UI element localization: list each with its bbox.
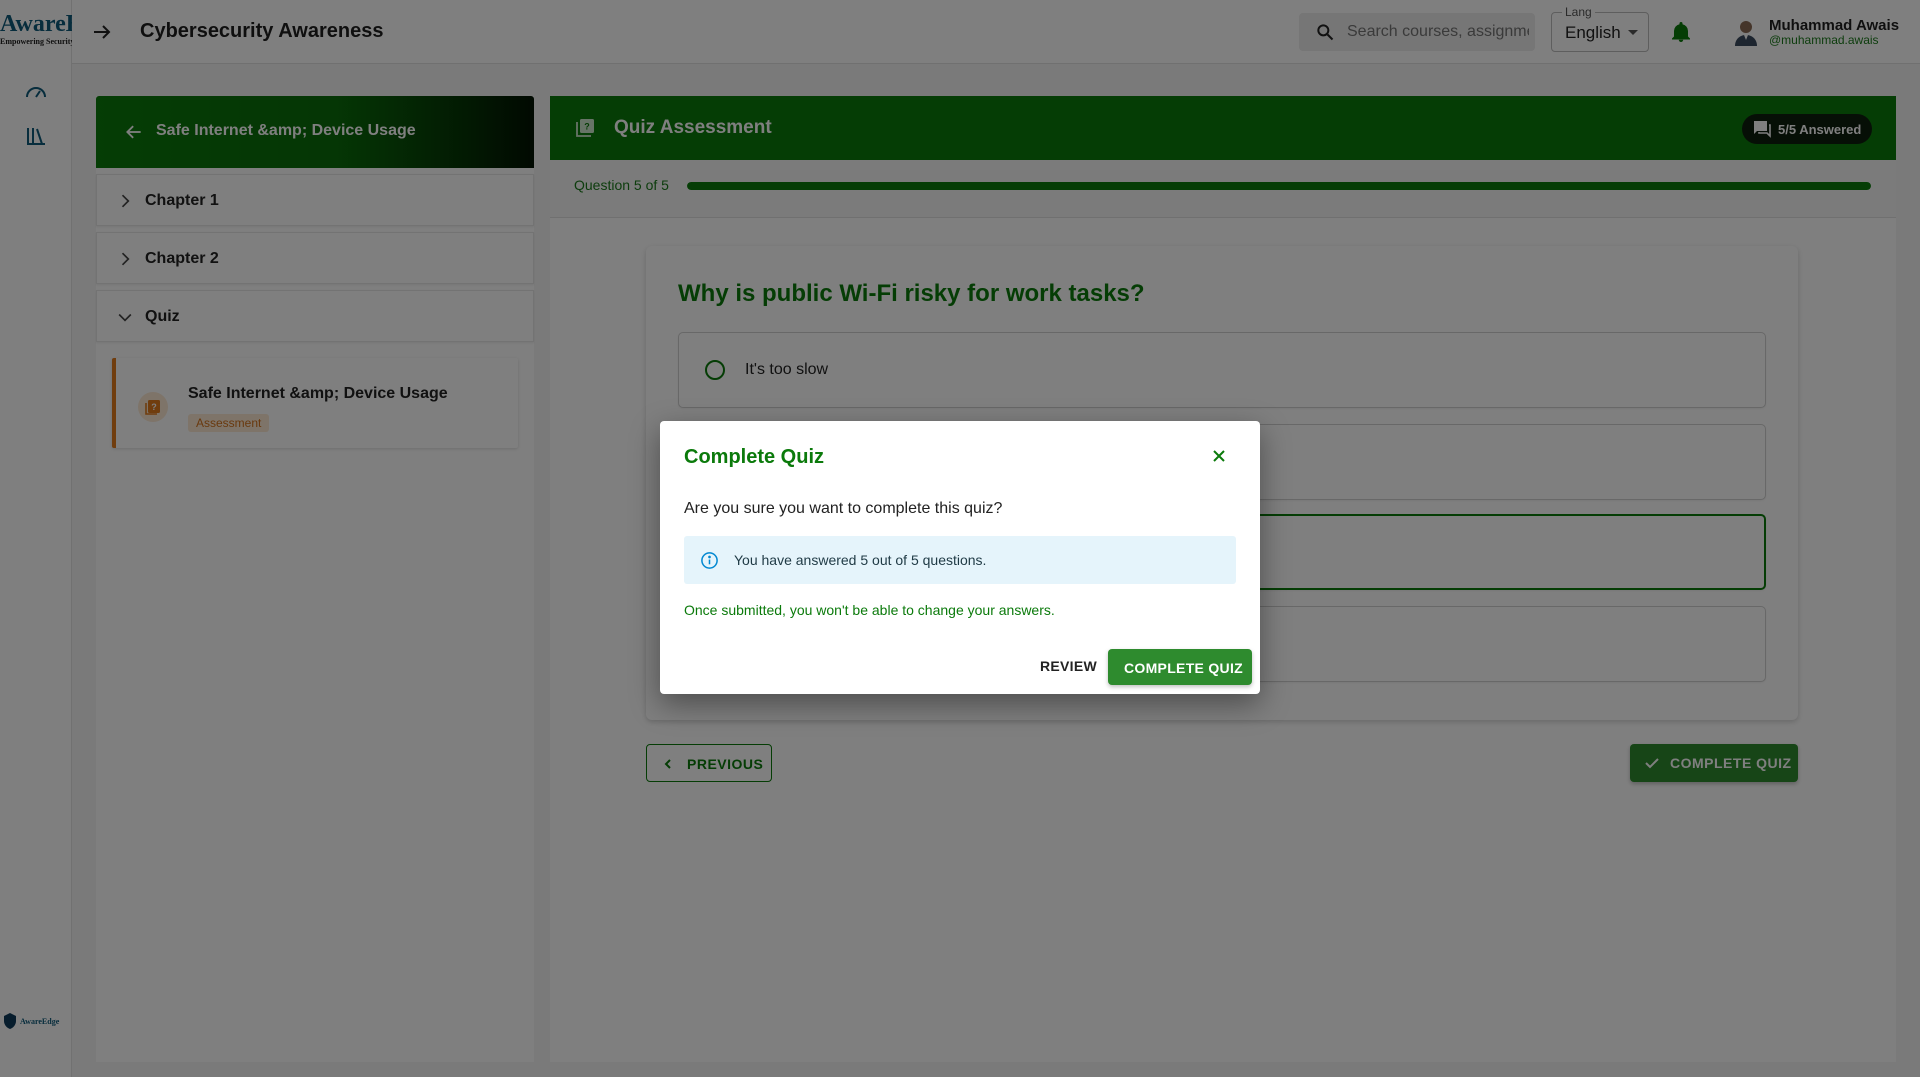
confirm-label: COMPLETE QUIZ xyxy=(1124,660,1244,676)
confirm-complete-button[interactable]: COMPLETE QUIZ xyxy=(1108,649,1252,685)
dialog-question: Are you sure you want to complete this q… xyxy=(684,500,1003,517)
info-alert: You have answered 5 out of 5 questions. xyxy=(684,536,1236,584)
review-label: REVIEW xyxy=(1040,658,1098,674)
info-icon xyxy=(701,552,718,569)
complete-quiz-dialog: Complete Quiz Are you sure you want to c… xyxy=(660,421,1260,694)
close-icon[interactable] xyxy=(1208,445,1230,467)
dialog-title: Complete Quiz xyxy=(684,446,825,468)
review-button[interactable]: REVIEW xyxy=(1030,648,1102,682)
info-text: You have answered 5 out of 5 questions. xyxy=(734,552,987,568)
dialog-warning: Once submitted, you won't be able to cha… xyxy=(684,602,1055,618)
